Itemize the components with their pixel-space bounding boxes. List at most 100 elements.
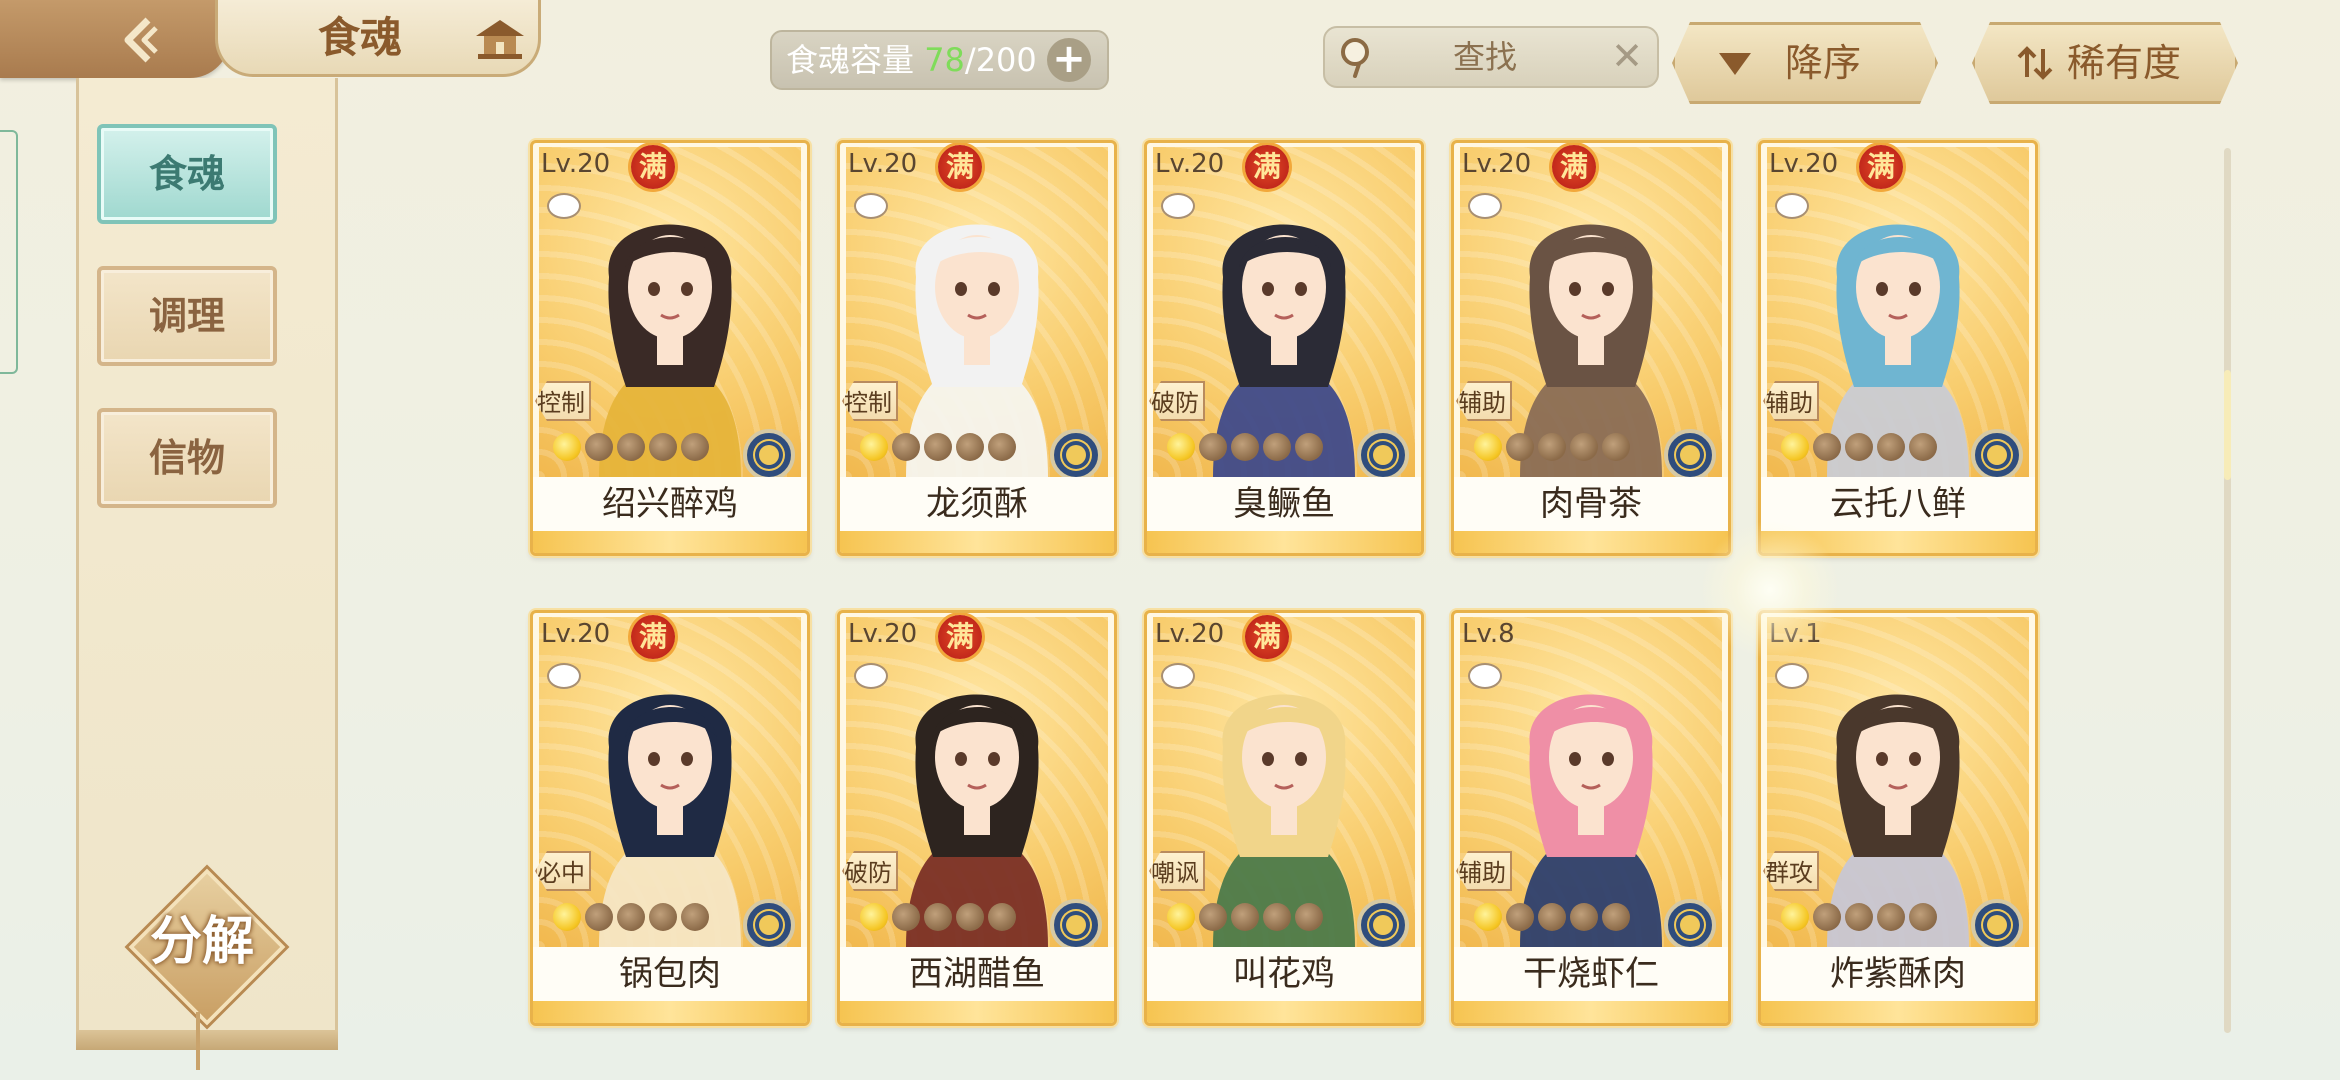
star-empty-icon [1602, 903, 1630, 931]
page-title: 食魂 [317, 13, 402, 62]
bowl-icon [1775, 663, 1809, 689]
element-emblem-icon [743, 899, 795, 951]
star-filled-icon [860, 903, 888, 931]
side-accent [0, 130, 18, 374]
tassel [196, 1012, 200, 1070]
sidebar-item-tokens[interactable]: 信物 [97, 408, 277, 508]
element-emblem-icon [1357, 899, 1409, 951]
role-tag: 群攻 [1763, 851, 1819, 891]
scrollbar-thumb[interactable] [2224, 370, 2231, 480]
bowl-icon [1468, 663, 1502, 689]
food-soul-card[interactable]: Lv.20 满辅助 肉骨茶 [1451, 140, 1731, 556]
max-level-badge: 满 [1245, 615, 1289, 659]
role-tag: 辅助 [1456, 851, 1512, 891]
max-level-badge: 满 [631, 615, 675, 659]
house-icon[interactable] [470, 14, 530, 64]
sort-by-label: 稀有度 [2067, 41, 2182, 85]
character-portrait [1460, 147, 1722, 477]
food-soul-card[interactable]: Lv.8 辅助 干烧虾仁 [1451, 610, 1731, 1026]
search-input[interactable]: 查找 [1385, 28, 1585, 86]
character-portrait [539, 617, 801, 947]
star-empty-icon [924, 903, 952, 931]
sidebar-base [76, 1030, 338, 1050]
star-rating [1167, 433, 1327, 467]
card-footer [1147, 1001, 1421, 1023]
star-filled-icon [1474, 903, 1502, 931]
element-emblem-icon [743, 429, 795, 481]
capacity-title: 食魂容量 [786, 41, 915, 79]
capacity-total: 200 [975, 41, 1037, 79]
back-button[interactable] [0, 0, 230, 78]
food-soul-card[interactable]: Lv.20 满必中 锅包肉 [530, 610, 810, 1026]
sidebar-item-food-souls[interactable]: 食魂 [97, 124, 277, 224]
star-empty-icon [1813, 903, 1841, 931]
food-soul-card[interactable]: Lv.20 满破防 西湖醋鱼 [837, 610, 1117, 1026]
capacity-separator: / [964, 41, 976, 79]
star-empty-icon [585, 433, 613, 461]
bowl-icon [1468, 193, 1502, 219]
star-empty-icon [892, 903, 920, 931]
star-rating [860, 903, 1020, 937]
max-level-badge: 满 [1552, 145, 1596, 189]
star-empty-icon [1602, 433, 1630, 461]
character-portrait [1767, 617, 2029, 947]
food-soul-card[interactable]: Lv.1群攻炸紫酥肉 [1758, 610, 2038, 1026]
role-tag: 辅助 [1456, 381, 1512, 421]
star-rating [553, 903, 713, 937]
star-empty-icon [956, 433, 984, 461]
character-name: 龙须酥 [840, 477, 1114, 531]
star-empty-icon [1231, 433, 1259, 461]
food-soul-card[interactable]: Lv.20 满控制 绍兴醉鸡 [530, 140, 810, 556]
food-soul-card[interactable]: Lv.20 满控制 龙须酥 [837, 140, 1117, 556]
food-soul-card[interactable]: Lv.20 满嘲讽 叫花鸡 [1144, 610, 1424, 1026]
level-label: Lv.20 [848, 149, 918, 179]
star-empty-icon [681, 433, 709, 461]
max-level-badge: 满 [1245, 145, 1289, 189]
level-label: Lv.20 [1155, 619, 1225, 649]
decompose-button[interactable]: 分解 [128, 868, 286, 1026]
bowl-icon [1161, 663, 1195, 689]
star-empty-icon [1909, 903, 1937, 931]
max-level-badge: 满 [938, 615, 982, 659]
sort-order-button[interactable]: 降序 [1672, 22, 1938, 104]
level-label: Lv.20 [1462, 149, 1532, 179]
element-emblem-icon [1971, 899, 2023, 951]
star-empty-icon [1570, 433, 1598, 461]
star-filled-icon [1781, 903, 1809, 931]
card-footer [840, 531, 1114, 553]
star-empty-icon [1199, 433, 1227, 461]
character-name: 干烧虾仁 [1454, 947, 1728, 1001]
star-filled-icon [553, 433, 581, 461]
max-level-badge: 满 [938, 145, 982, 189]
search-box[interactable]: 查找 ✕ [1323, 26, 1659, 88]
card-footer [533, 1001, 807, 1023]
bowl-icon [1161, 193, 1195, 219]
triangle-down-icon [1715, 45, 1755, 81]
star-rating [1167, 903, 1327, 937]
role-tag: 破防 [842, 851, 898, 891]
sort-by-button[interactable]: 稀有度 [1972, 22, 2238, 104]
clear-search-button[interactable]: ✕ [1607, 34, 1647, 78]
star-empty-icon [1877, 903, 1905, 931]
star-rating [553, 433, 713, 467]
character-illustration [599, 224, 741, 477]
character-portrait [846, 617, 1108, 947]
level-label: Lv.20 [541, 149, 611, 179]
scrollbar[interactable] [2224, 148, 2231, 1033]
star-empty-icon [956, 903, 984, 931]
star-empty-icon [649, 433, 677, 461]
character-portrait [539, 147, 801, 477]
sidebar-item-conditioning[interactable]: 调理 [97, 266, 277, 366]
star-empty-icon [1263, 433, 1291, 461]
star-empty-icon [1506, 433, 1534, 461]
add-capacity-button[interactable]: + [1047, 38, 1091, 82]
star-filled-icon [860, 433, 888, 461]
element-emblem-icon [1050, 429, 1102, 481]
capacity-label: 食魂容量 78/200 [786, 32, 1037, 88]
character-illustration [1520, 224, 1662, 477]
food-soul-card[interactable]: Lv.20 满破防 臭鳜鱼 [1144, 140, 1424, 556]
character-illustration [1213, 224, 1355, 477]
food-soul-card[interactable]: Lv.20 满辅助 云托八鲜 [1758, 140, 2038, 556]
star-rating [1781, 903, 1941, 937]
star-filled-icon [1167, 433, 1195, 461]
